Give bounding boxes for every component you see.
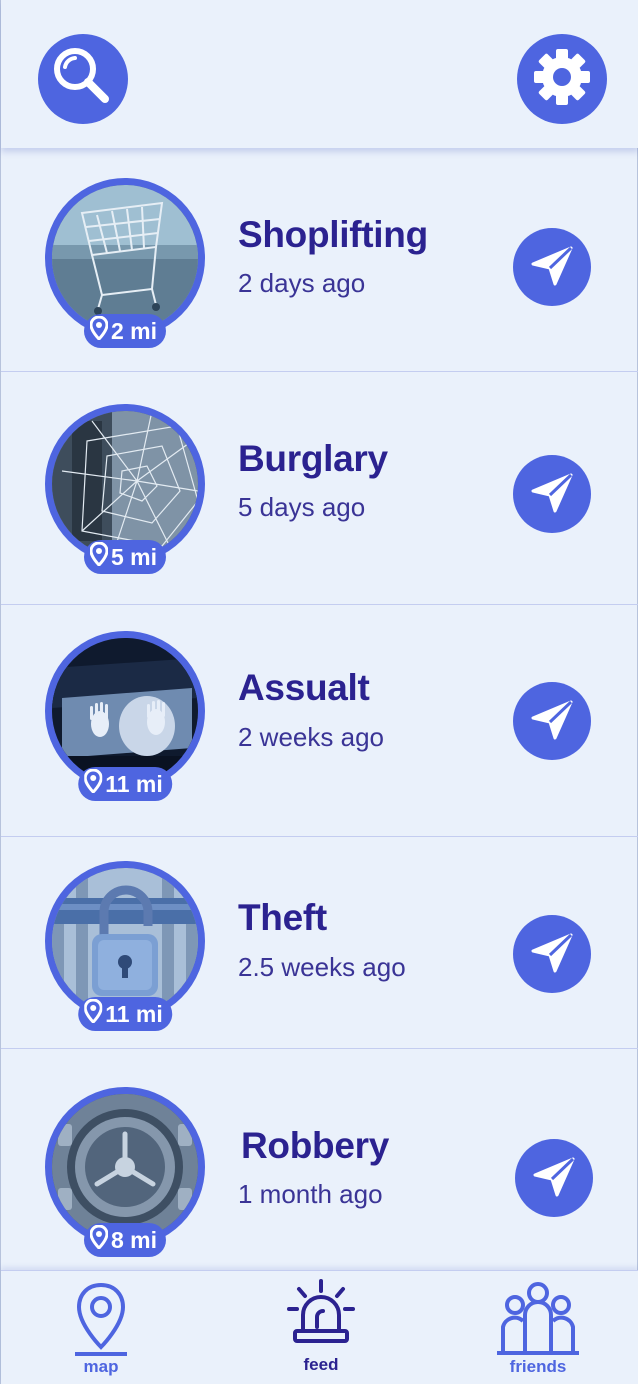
search-button[interactable] — [38, 34, 128, 124]
incident-time: 2 days ago — [238, 268, 366, 298]
distance-label: 5 mi — [110, 543, 158, 570]
nav-map[interactable]: map — [61, 1271, 141, 1384]
distance-label: 2 mi — [110, 317, 158, 344]
settings-button[interactable] — [517, 34, 607, 124]
incident-time: 2 weeks ago — [238, 722, 384, 752]
send-icon — [529, 696, 575, 746]
distance-badge: 5 mi — [83, 540, 167, 574]
top-bar — [1, 0, 638, 148]
incident-time: 2.5 weeks ago — [238, 952, 406, 982]
send-icon — [531, 1153, 577, 1203]
list-item[interactable]: 8 mi Robbery 1 month ago — [1, 1049, 638, 1270]
people-group-icon — [495, 1281, 581, 1361]
incident-title: Robbery — [241, 1125, 389, 1166]
nav-feed-label: feed — [303, 1355, 339, 1374]
incident-thumbnail: 11 mi — [45, 631, 205, 801]
location-pin-icon — [89, 541, 109, 572]
send-icon — [529, 929, 575, 979]
share-button[interactable] — [513, 682, 591, 760]
search-icon — [51, 45, 115, 113]
share-button[interactable] — [513, 455, 591, 533]
distance-label: 8 mi — [110, 1226, 158, 1253]
distance-label: 11 mi — [105, 770, 163, 797]
incident-title: Theft — [238, 897, 327, 938]
share-button[interactable] — [513, 915, 591, 993]
list-item[interactable]: 11 mi Assualt 2 weeks ago — [1, 605, 638, 837]
share-button[interactable] — [513, 228, 591, 306]
incident-thumbnail: 2 mi — [45, 178, 205, 348]
location-pin-icon — [89, 315, 109, 346]
incident-time: 5 days ago — [238, 492, 366, 522]
list-item[interactable]: 11 mi Theft 2.5 weeks ago — [1, 837, 638, 1049]
location-pin-icon — [83, 768, 103, 799]
send-icon — [529, 242, 575, 292]
list-item[interactable]: 5 mi Burglary 5 days ago — [1, 372, 638, 605]
share-button[interactable] — [515, 1139, 593, 1217]
siren-icon — [283, 1279, 359, 1355]
list-item[interactable]: 2 mi Shoplifting 2 days ago — [1, 150, 638, 372]
distance-badge: 11 mi — [78, 767, 172, 801]
location-pin-icon — [89, 1224, 109, 1255]
nav-map-label: map — [83, 1357, 119, 1376]
incident-title: Shoplifting — [238, 214, 428, 255]
gear-icon — [530, 45, 594, 113]
incident-thumbnail: 8 mi — [45, 1087, 205, 1257]
distance-badge: 8 mi — [83, 1223, 167, 1257]
send-icon — [529, 469, 575, 519]
nav-feed[interactable]: feed — [281, 1271, 361, 1384]
app-screen: 2 mi Shoplifting 2 days ago 5 mi Burglar… — [0, 0, 638, 1384]
bottom-nav: map feed friends — [1, 1270, 638, 1384]
incident-title: Burglary — [238, 438, 388, 479]
location-pin-icon — [83, 998, 103, 1029]
incident-thumbnail: 5 mi — [45, 404, 205, 574]
incident-time: 1 month ago — [238, 1179, 383, 1209]
nav-friends-label: friends — [509, 1357, 567, 1376]
distance-label: 11 mi — [105, 1000, 163, 1027]
incident-title: Assualt — [238, 667, 370, 708]
incident-thumbnail: 11 mi — [45, 861, 205, 1031]
distance-badge: 11 mi — [78, 997, 172, 1031]
map-pin-icon — [71, 1281, 131, 1361]
distance-badge: 2 mi — [83, 314, 167, 348]
nav-friends[interactable]: friends — [495, 1271, 581, 1384]
